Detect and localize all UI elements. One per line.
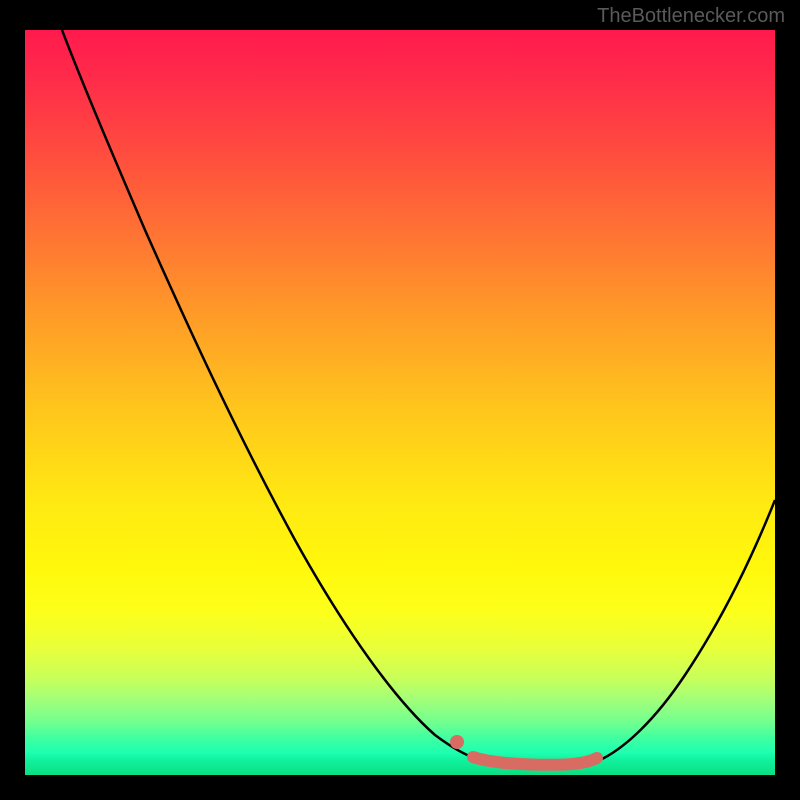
attribution-text: TheBottlenecker.com	[597, 5, 785, 28]
chart-plot-area	[25, 30, 775, 775]
bottleneck-curve-svg	[25, 30, 775, 775]
highlight-start-dot	[450, 735, 464, 749]
optimal-range-highlight	[473, 757, 597, 765]
bottleneck-curve	[62, 30, 775, 765]
